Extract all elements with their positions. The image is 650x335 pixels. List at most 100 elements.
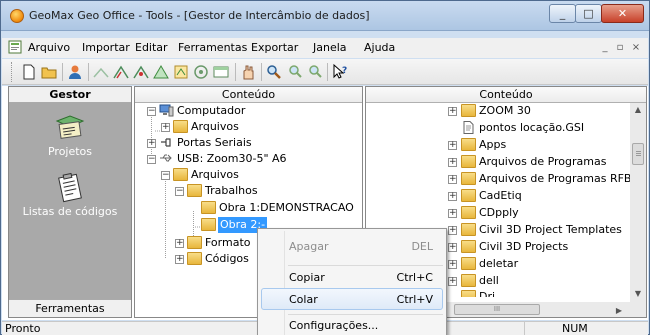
tree-node-gsi-file[interactable]: pontos locação.GSI bbox=[366, 120, 631, 136]
expand-icon[interactable]: + bbox=[448, 277, 457, 286]
menu-importar[interactable]: Importar bbox=[82, 41, 130, 54]
collapse-icon[interactable]: − bbox=[175, 187, 184, 196]
expand-icon[interactable]: + bbox=[448, 260, 457, 269]
tree-node-label: pontos locação.GSI bbox=[479, 121, 585, 134]
tree-node-cadetiq[interactable]: + CadEtiq bbox=[366, 188, 631, 204]
expand-icon[interactable]: + bbox=[448, 158, 457, 167]
triangle-icon[interactable] bbox=[152, 63, 170, 81]
minimize-button[interactable]: _ bbox=[549, 4, 576, 23]
user-icon[interactable] bbox=[66, 63, 84, 81]
tree-node-usb[interactable]: − USB: Zoom30-5" A6 bbox=[135, 151, 362, 167]
find-next-icon[interactable] bbox=[305, 63, 323, 81]
gestor-item-projetos-label: Projetos bbox=[47, 145, 93, 158]
scroll-up-icon[interactable]: ▲ bbox=[630, 105, 646, 114]
num-lock-label: NUM bbox=[562, 322, 588, 335]
expand-icon[interactable]: + bbox=[448, 107, 457, 116]
file-icon bbox=[463, 121, 474, 134]
scroll-right-icon[interactable]: ▶ bbox=[614, 306, 624, 315]
context-item-shortcut: Ctrl+C bbox=[396, 271, 433, 284]
tree-node-zoom-30[interactable]: + ZOOM 30 bbox=[366, 103, 631, 119]
tree-node-arquivos-pc[interactable]: + Arquivos bbox=[135, 119, 362, 135]
folder-icon bbox=[461, 206, 476, 219]
close-button[interactable]: ✕ bbox=[601, 4, 644, 23]
folder-icon bbox=[461, 172, 476, 185]
mdi-close-button[interactable]: × bbox=[629, 41, 643, 55]
menu-arquivo[interactable]: Arquivo bbox=[28, 41, 70, 54]
menu-ajuda[interactable]: Ajuda bbox=[364, 41, 395, 54]
tree-node-label: Arquivos bbox=[191, 168, 239, 181]
expand-icon[interactable]: + bbox=[448, 192, 457, 201]
folder-icon bbox=[461, 274, 476, 287]
expand-icon[interactable]: + bbox=[448, 175, 457, 184]
tree-node-label: Arquivos de Programas RFB bbox=[479, 172, 632, 185]
gestor-item-listas-codigos-label: Listas de códigos bbox=[22, 205, 118, 218]
expand-icon[interactable]: + bbox=[147, 139, 156, 148]
collapse-icon[interactable]: − bbox=[147, 155, 156, 164]
expand-icon[interactable]: + bbox=[175, 239, 184, 248]
folder-icon bbox=[461, 290, 476, 297]
find-icon[interactable] bbox=[265, 63, 283, 81]
vertical-scroll-thumb[interactable] bbox=[632, 143, 644, 165]
find-prev-icon[interactable] bbox=[285, 63, 303, 81]
right-panel-header[interactable]: Conteúdo bbox=[366, 87, 646, 103]
menu-editar[interactable]: Editar bbox=[135, 41, 168, 54]
app-logo-icon[interactable] bbox=[10, 9, 24, 23]
toolbar-separator bbox=[235, 63, 236, 81]
open-icon[interactable] bbox=[40, 63, 58, 81]
tree-node-label: Obra 1:DEMONSTRACAO bbox=[219, 201, 354, 214]
tree-node-label: CDpply bbox=[479, 206, 519, 219]
document-icon[interactable] bbox=[8, 40, 24, 55]
tree-node-computador[interactable]: − Computador bbox=[135, 103, 362, 119]
expand-icon[interactable]: + bbox=[448, 209, 457, 218]
horizontal-scroll-thumb[interactable]: III bbox=[454, 304, 540, 315]
serial-port-icon bbox=[161, 138, 171, 147]
hand-icon[interactable] bbox=[239, 63, 257, 81]
tree-node-cdpply[interactable]: + CDpply bbox=[366, 205, 631, 221]
tool-5-icon[interactable] bbox=[172, 63, 190, 81]
tree-node-label: USB: Zoom30-5" A6 bbox=[177, 152, 287, 165]
tree-node-trabalhos[interactable]: − Trabalhos bbox=[135, 183, 362, 199]
toolbar-grip[interactable] bbox=[11, 62, 14, 82]
mdi-restore-button[interactable]: ▫ bbox=[613, 41, 627, 55]
tree-node-arquivos-usb[interactable]: − Arquivos bbox=[135, 167, 362, 183]
new-icon[interactable] bbox=[20, 63, 38, 81]
context-apagar[interactable]: Apagar DEL bbox=[261, 236, 443, 258]
expand-icon[interactable]: + bbox=[448, 226, 457, 235]
menu-janela[interactable]: Janela bbox=[313, 41, 347, 54]
tool-1-icon[interactable] bbox=[92, 63, 110, 81]
collapse-icon[interactable]: − bbox=[161, 171, 170, 180]
tree-node-arquivos-programas-rfb[interactable]: + Arquivos de Programas RFB bbox=[366, 171, 631, 187]
context-colar[interactable]: Colar Ctrl+V bbox=[261, 288, 443, 310]
tool-2-icon[interactable] bbox=[112, 63, 130, 81]
tree-node-arquivos-programas[interactable]: + Arquivos de Programas bbox=[366, 154, 631, 170]
context-configuracoes[interactable]: Configurações... bbox=[261, 316, 443, 335]
expand-icon[interactable]: + bbox=[448, 243, 457, 252]
tool-3-icon[interactable] bbox=[132, 63, 150, 81]
help-icon[interactable]: ? bbox=[331, 63, 349, 81]
collapse-icon[interactable]: − bbox=[147, 107, 156, 116]
scroll-down-icon[interactable]: ▼ bbox=[630, 289, 646, 298]
tree-node-label: Arquivos de Programas bbox=[479, 155, 607, 168]
tree-node-label: deletar bbox=[479, 257, 519, 270]
context-copiar[interactable]: Copiar Ctrl+C bbox=[261, 267, 443, 289]
expand-icon[interactable]: + bbox=[448, 141, 457, 150]
gestor-item-projetos[interactable]: Projetos bbox=[9, 113, 131, 158]
title-bar[interactable]: GeoMax Geo Office - Tools - [Gestor de I… bbox=[1, 1, 649, 31]
menu-exportar[interactable]: Exportar bbox=[251, 41, 298, 54]
projects-icon bbox=[55, 115, 85, 139]
mdi-minimize-button[interactable]: _ bbox=[598, 41, 612, 55]
tree-node-apps[interactable]: + Apps bbox=[366, 137, 631, 153]
ferramentas-button[interactable]: Ferramentas bbox=[9, 299, 131, 317]
vertical-scrollbar[interactable]: ▲ ▼ bbox=[630, 103, 646, 302]
maximize-button[interactable]: □ bbox=[575, 4, 602, 23]
window-icon[interactable] bbox=[212, 63, 230, 81]
folder-icon bbox=[187, 184, 202, 197]
expand-icon[interactable]: + bbox=[161, 123, 170, 132]
tool-6-icon[interactable] bbox=[192, 63, 210, 81]
tree-node-portas-seriais[interactable]: + Portas Seriais bbox=[135, 135, 362, 151]
tree-node-obra-1[interactable]: Obra 1:DEMONSTRACAO bbox=[135, 200, 362, 216]
gestor-item-listas-codigos[interactable]: Listas de códigos bbox=[9, 173, 131, 218]
folder-icon bbox=[461, 223, 476, 236]
menu-ferramentas[interactable]: Ferramentas bbox=[178, 41, 247, 54]
expand-icon[interactable]: + bbox=[175, 255, 184, 264]
